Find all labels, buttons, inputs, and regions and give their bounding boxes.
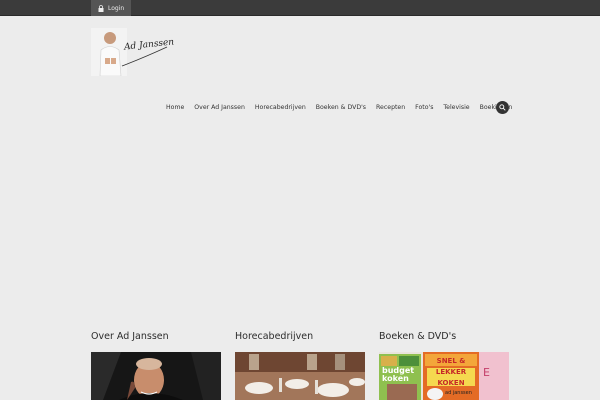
book-cover-budget-koken: budget koken <box>382 366 415 383</box>
login-button[interactable]: Login <box>91 0 132 16</box>
section-title-boeken-dvds: Boeken & DVD's <box>379 331 457 342</box>
book-cover-snel-lekker-koken: SNEL & LEKKER KOKEN <box>435 357 467 387</box>
nav-item-recepten[interactable]: Recepten <box>376 104 405 111</box>
chef-portrait-logo <box>91 28 168 77</box>
nav-item-home[interactable]: Home <box>166 104 184 111</box>
ad-janssen-portrait-image <box>91 352 221 400</box>
restaurant-interior-image <box>235 352 365 400</box>
thumb-horecabedrijven[interactable] <box>235 352 365 400</box>
search-button[interactable] <box>496 101 509 114</box>
nav-item-over-ad-janssen[interactable]: Over Ad Janssen <box>194 104 245 111</box>
main-nav: Home Over Ad Janssen Horecabedrijven Boe… <box>166 100 522 114</box>
top-bar: Login <box>0 0 600 16</box>
site-logo[interactable]: Ad Janssen <box>91 28 175 77</box>
svg-text:E: E <box>483 366 490 379</box>
book-cover-author: ad janssen <box>445 390 472 396</box>
login-label: Login <box>108 4 125 12</box>
search-icon <box>499 104 506 111</box>
section-title-over-ad-janssen: Over Ad Janssen <box>91 331 169 342</box>
nav-item-fotos[interactable]: Foto's <box>415 104 433 111</box>
thumb-boeken-dvds[interactable]: E budget koken SNEL & LEKKER KOKEN ad ja… <box>379 352 509 400</box>
lock-icon <box>98 4 104 12</box>
thumb-over-ad-janssen[interactable] <box>91 352 221 400</box>
nav-item-televisie[interactable]: Televisie <box>443 104 469 111</box>
nav-item-boeken-dvds[interactable]: Boeken & DVD's <box>316 104 366 111</box>
section-title-horecabedrijven: Horecabedrijven <box>235 331 314 342</box>
nav-item-horecabedrijven[interactable]: Horecabedrijven <box>255 104 306 111</box>
